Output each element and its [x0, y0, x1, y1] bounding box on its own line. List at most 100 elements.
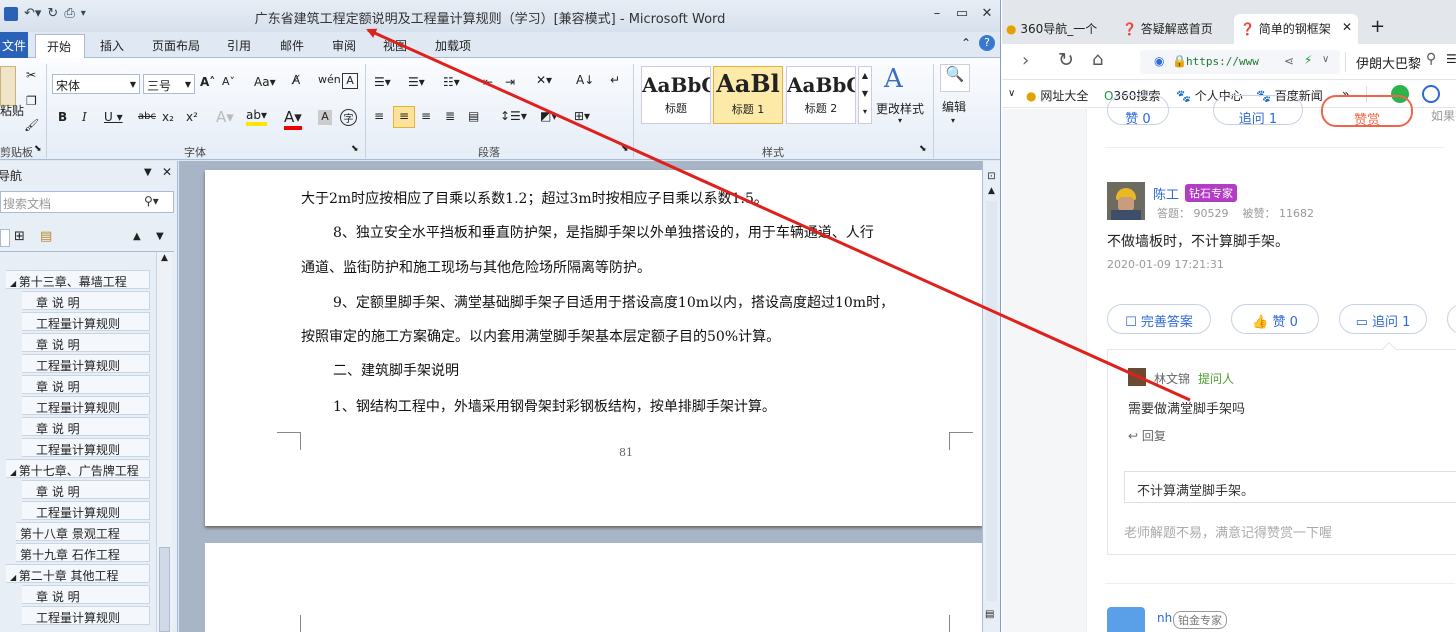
nav-tab-pages-icon[interactable]: ⊞	[14, 229, 25, 244]
tab-review[interactable]: 审阅	[332, 37, 356, 54]
strikethrough-icon[interactable]: abc	[138, 111, 156, 122]
cut-icon[interactable]: ✂	[26, 68, 36, 82]
phonetic-guide-icon[interactable]: wén	[318, 73, 341, 86]
tab-home[interactable]: 开始	[35, 34, 85, 59]
tab-references[interactable]: 引用	[227, 37, 251, 54]
italic-icon[interactable]: I	[82, 110, 87, 124]
toggle-icon[interactable]	[1422, 85, 1440, 103]
style-title[interactable]: AaBbC 标题	[641, 66, 711, 124]
nav-tree-item[interactable]: 工程量计算规则	[22, 312, 150, 331]
nav-tree-item[interactable]: ◢ 第十三章、幕墙工程	[6, 270, 150, 289]
close-icon[interactable]: ✕	[977, 6, 997, 21]
new-tab-icon[interactable]: +	[1364, 10, 1385, 40]
text-effects-icon[interactable]: A▾	[216, 108, 234, 126]
paste-label[interactable]: 粘贴	[0, 102, 24, 119]
expand-toggle-icon[interactable]: ◢	[10, 468, 19, 477]
styles-launcher-icon[interactable]: ⬊	[919, 144, 927, 154]
search-engine-label[interactable]: 伊朗大巴黎	[1356, 53, 1421, 72]
paste-icon[interactable]	[0, 66, 16, 106]
nav-close-icon[interactable]: ✕	[162, 165, 172, 179]
align-center-icon[interactable]: ≡	[393, 106, 415, 128]
url-field[interactable]: ◉ 🔒 https://www ⋖ ⚡ ∨	[1140, 50, 1340, 74]
increase-indent-icon[interactable]: ⇥	[505, 75, 515, 89]
more-icon[interactable]: ☰	[1446, 52, 1456, 66]
followup-button[interactable]: ▭ 追问 1	[1339, 304, 1427, 334]
browser-tab-360[interactable]: ● 360导航_一个	[1002, 14, 1110, 44]
nav-tree-item[interactable]: 工程量计算规则	[22, 354, 150, 373]
change-styles-chevron-icon[interactable]: ▾	[898, 116, 902, 125]
show-marks-icon[interactable]: ↵	[610, 73, 620, 87]
asker-name[interactable]: 林文锦	[1154, 370, 1190, 387]
distributed-icon[interactable]: ▤	[468, 109, 479, 123]
tab-mailings[interactable]: 邮件	[280, 37, 304, 54]
customize-qat-icon[interactable]: ▾	[81, 8, 86, 19]
multilevel-list-icon[interactable]: ☷▾	[443, 75, 460, 89]
nav-tab-results-icon[interactable]: ▤	[40, 229, 52, 244]
font-size-combo[interactable]: 三号 ▼	[143, 74, 195, 94]
fav-chevron-icon[interactable]: ∨	[1008, 88, 1015, 99]
copy-icon[interactable]: ❐	[26, 94, 37, 108]
change-styles-label[interactable]: 更改样式	[876, 100, 924, 117]
clipboard-launcher-icon[interactable]: ⬊	[34, 144, 42, 154]
nav-search-input[interactable]: 搜索文档 ⚲▾	[0, 191, 174, 213]
help-icon[interactable]: ?	[979, 35, 995, 51]
nav-tree-item[interactable]: ◢ 第二十章 其他工程	[6, 564, 150, 583]
document-page-2[interactable]	[205, 543, 982, 632]
doc-vertical-scrollbar[interactable]: ⊡ ▲ ▤	[982, 161, 1000, 632]
browser-tab-active[interactable]: ❓ 简单的钢框架 ✕	[1234, 14, 1358, 44]
tab-insert[interactable]: 插入	[100, 37, 124, 54]
char-border-icon[interactable]: A	[342, 73, 358, 89]
top-reward-button[interactable]: 赞赏	[1321, 95, 1413, 128]
tab-file[interactable]: 文件	[0, 32, 28, 58]
asker-avatar[interactable]	[1128, 368, 1146, 386]
home-icon[interactable]: ⌂	[1092, 49, 1103, 70]
forward-icon[interactable]: ›	[1022, 50, 1029, 71]
like-button[interactable]: 👍 赞 0	[1231, 304, 1319, 334]
nav-next-icon[interactable]: ▼	[156, 231, 164, 242]
chinese-layout-icon[interactable]: ✕▾	[536, 73, 552, 87]
line-spacing-icon[interactable]: ↕☰▾	[500, 109, 527, 123]
minimize-icon[interactable]: –	[927, 6, 947, 21]
style-heading-2[interactable]: AaBbC 标题 2	[786, 66, 856, 124]
paragraph-launcher-icon[interactable]: ⬊	[621, 144, 629, 154]
highlight-icon[interactable]: ab▾	[246, 108, 267, 126]
styles-scroll[interactable]: ▲ ▼ ▾	[858, 66, 872, 124]
nav-menu-icon[interactable]: ▼	[144, 167, 152, 178]
expand-toggle-icon[interactable]: ◢	[10, 573, 19, 582]
next-answerer-name[interactable]: nh	[1157, 611, 1172, 625]
nav-tree-item[interactable]: 工程量计算规则	[22, 396, 150, 415]
browser-search-icon[interactable]: ⚲	[1426, 51, 1436, 67]
sort-icon[interactable]: A↓	[576, 73, 594, 87]
browser-tab-qa[interactable]: ❓ 答疑解惑首页	[1116, 14, 1228, 44]
grow-font-icon[interactable]: A˄	[200, 75, 215, 89]
bold-icon[interactable]: B	[58, 110, 67, 124]
tab-page-layout[interactable]: 页面布局	[152, 37, 200, 54]
tab-close-icon[interactable]: ✕	[1342, 20, 1352, 34]
nav-tree-item[interactable]: 章 说 明	[22, 480, 150, 499]
nav-tree-item[interactable]: 工程量计算规则	[22, 606, 150, 625]
nav-tree-item[interactable]: 章 说 明	[22, 375, 150, 394]
subscript-icon[interactable]: x₂	[162, 110, 174, 124]
avatar[interactable]	[1107, 182, 1145, 220]
decrease-indent-icon[interactable]: ⇤	[483, 75, 493, 89]
improve-answer-button[interactable]: ☐ 完善答案	[1107, 304, 1211, 334]
search-icon[interactable]: ⚲▾	[144, 194, 159, 208]
nav-tree-item[interactable]: 章 说 明	[22, 417, 150, 436]
edit-label[interactable]: 编辑	[942, 98, 966, 115]
answerer-name[interactable]: 陈工	[1153, 184, 1179, 203]
shading-icon[interactable]: ◩▾	[540, 109, 557, 123]
edit-chevron-icon[interactable]: ▾	[951, 116, 955, 125]
format-painter-icon[interactable]: 🖌	[24, 118, 39, 132]
justify-icon[interactable]: ≣	[445, 109, 455, 123]
more-action-button[interactable]	[1447, 304, 1456, 334]
superscript-icon[interactable]: x²	[186, 110, 198, 124]
undo-icon[interactable]: ↶▾	[24, 6, 41, 21]
bullets-icon[interactable]: ☰▾	[374, 75, 391, 89]
nav-tree-item[interactable]: 第十九章 石作工程	[16, 543, 150, 562]
top-like-button[interactable]: 赞 0	[1107, 95, 1169, 127]
tab-view[interactable]: 视图	[383, 37, 407, 54]
find-icon[interactable]: 🔍	[940, 64, 970, 92]
font-name-combo[interactable]: 宋体 ▼	[52, 74, 140, 94]
next-avatar[interactable]	[1107, 607, 1145, 632]
top-followup-button[interactable]: 追问 1	[1213, 95, 1303, 127]
